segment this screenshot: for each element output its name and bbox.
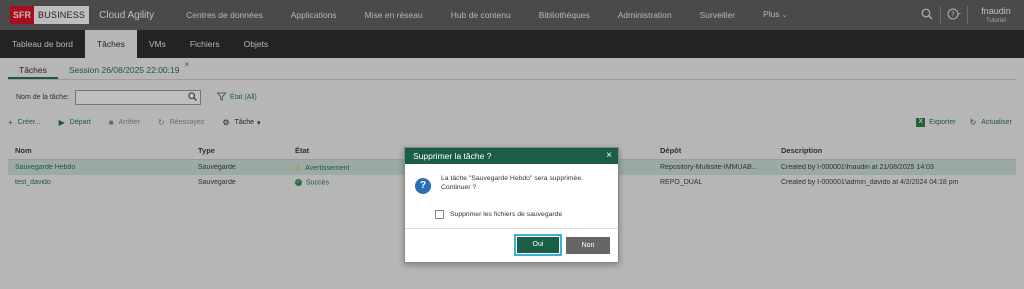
dialog-message: La tâche "Sauvegarde Hebdo" sera supprim… [441,175,583,191]
divider [405,228,618,229]
delete-backup-files-label: Supprimer les fichiers de sauvegarde [450,211,563,218]
confirm-yes-label: Oui [517,237,559,253]
delete-task-dialog: Supprimer la tâche ? × ? La tâche "Sauve… [404,147,619,263]
dialog-body: ? La tâche "Sauvegarde Hebdo" sera suppr… [405,164,618,194]
dialog-header: Supprimer la tâche ? × [405,148,618,164]
delete-backup-files-option[interactable]: Supprimer les fichiers de sauvegarde [435,210,562,219]
delete-backup-files-checkbox[interactable] [435,210,444,219]
dialog-title: Supprimer la tâche ? [413,151,492,161]
question-icon: ? [415,178,431,194]
close-icon[interactable]: × [606,148,612,164]
confirm-yes-button[interactable]: Oui [514,234,562,256]
confirm-no-button[interactable]: Non [566,237,610,254]
